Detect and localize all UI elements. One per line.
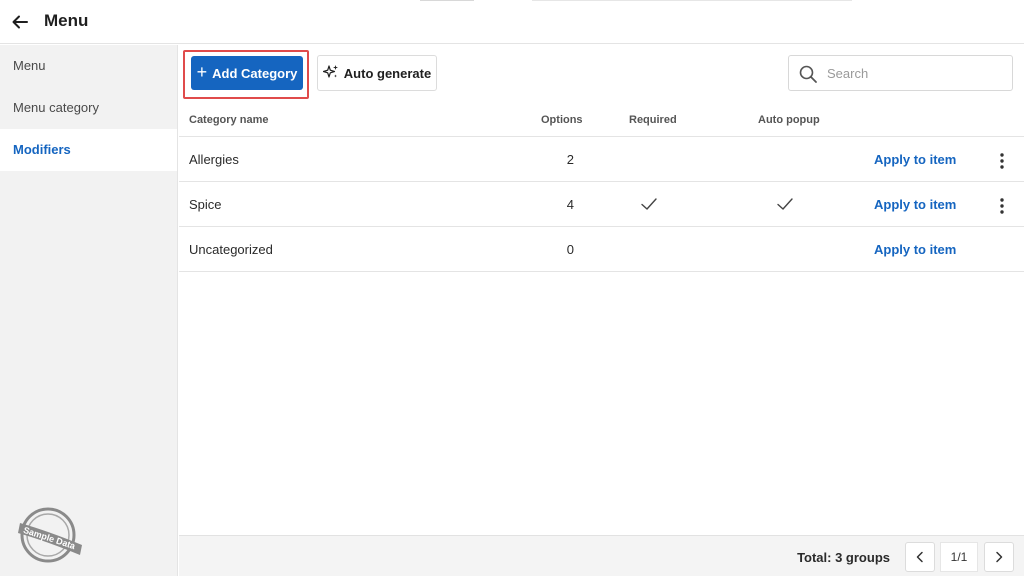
apply-to-item-link[interactable]: Apply to item [874, 197, 956, 212]
auto-generate-label: Auto generate [343, 65, 432, 81]
sidebar-item-menu[interactable]: Menu [0, 45, 177, 87]
options-count: 2 [566, 152, 574, 167]
table-row[interactable]: Uncategorized 0 Apply to item [179, 227, 1024, 272]
total-count: Total: 3 groups [797, 550, 890, 565]
search-input[interactable] [827, 63, 1007, 83]
check-icon [640, 196, 658, 212]
top-divider [532, 0, 852, 1]
category-name: Uncategorized [189, 242, 273, 257]
page-indicator: 1/1 [940, 542, 978, 572]
add-category-label: Add Category [212, 65, 298, 81]
chevron-left-icon[interactable] [905, 542, 935, 572]
top-divider [420, 0, 474, 1]
toolbar: + Add Category Auto generate [179, 45, 1024, 101]
category-name: Spice [189, 197, 222, 212]
sidebar-item-menu-category[interactable]: Menu category [0, 87, 177, 129]
options-count: 4 [566, 197, 574, 212]
column-header-required[interactable]: Required [629, 114, 677, 126]
page-title: Menu [44, 11, 89, 30]
check-icon [776, 196, 794, 212]
app-header: Menu [0, 0, 1024, 44]
column-header-auto-popup[interactable]: Auto popup [758, 114, 820, 126]
table-footer: Total: 3 groups 1/1 [179, 535, 1024, 576]
column-header-options[interactable]: Options [541, 114, 583, 126]
search-icon [798, 64, 818, 84]
modifiers-table: Category name Options Required Auto popu… [179, 101, 1024, 272]
category-name: Allergies [189, 152, 239, 167]
arrow-left-icon[interactable] [10, 12, 30, 32]
apply-to-item-link[interactable]: Apply to item [874, 152, 956, 167]
table-row[interactable]: Spice 4 Apply to item [179, 182, 1024, 227]
sparkle-icon [322, 64, 339, 83]
auto-generate-button[interactable]: Auto generate [317, 55, 437, 91]
options-count: 0 [566, 242, 574, 257]
search-box[interactable] [788, 55, 1013, 91]
plus-icon: + [196, 62, 208, 82]
more-vertical-icon[interactable] [997, 197, 1007, 215]
add-category-button[interactable]: + Add Category [191, 56, 303, 90]
apply-to-item-link[interactable]: Apply to item [874, 242, 956, 257]
chevron-right-icon[interactable] [984, 542, 1014, 572]
sample-data-stamp: Sample Data [16, 505, 84, 563]
sidebar: Menu Menu category Modifiers [0, 45, 178, 576]
more-vertical-icon[interactable] [997, 152, 1007, 170]
sidebar-item-modifiers[interactable]: Modifiers [0, 129, 177, 171]
table-row[interactable]: Allergies 2 Apply to item [179, 137, 1024, 182]
column-header-category-name[interactable]: Category name [189, 114, 268, 126]
table-header: Category name Options Required Auto popu… [179, 101, 1024, 137]
